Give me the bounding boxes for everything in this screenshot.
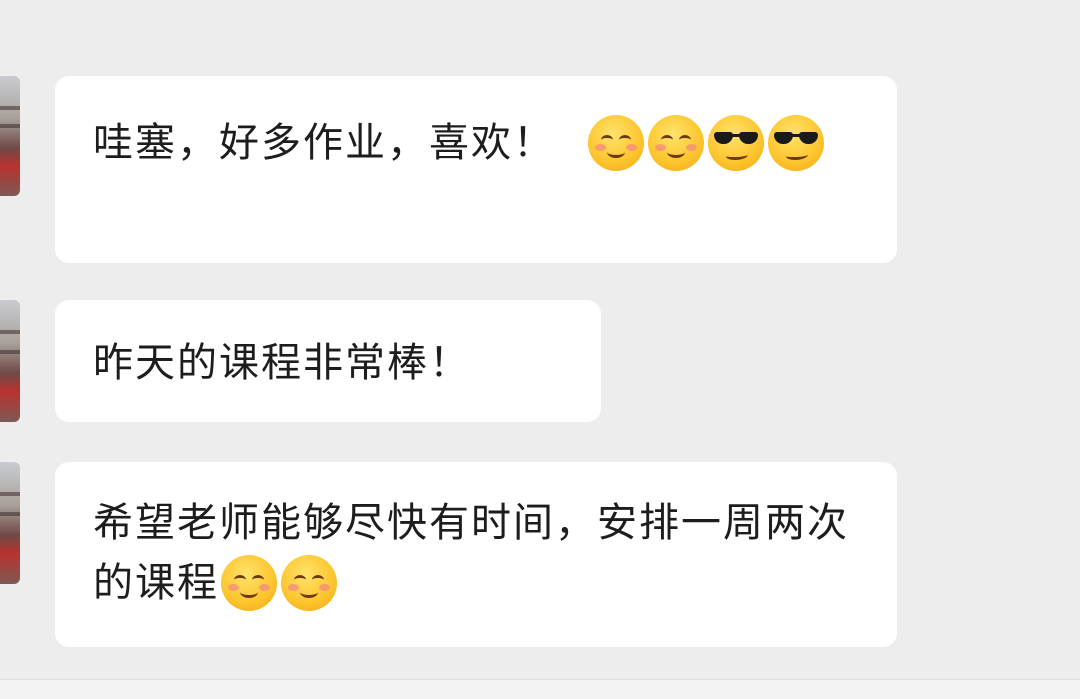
message-bubble[interactable]: 昨天的课程非常棒！: [55, 300, 601, 422]
message-text-segment: 哇塞，好多作业，喜欢！: [93, 120, 555, 166]
message-text-segment: 昨天的课程非常棒！: [93, 340, 471, 386]
input-bar: [0, 679, 1080, 699]
sender-avatar[interactable]: [0, 76, 20, 196]
message-text: 希望老师能够尽快有时间，安排一周两次的课程: [93, 492, 857, 612]
message-bubble[interactable]: 希望老师能够尽快有时间，安排一周两次的课程: [55, 462, 897, 647]
message-text: 昨天的课程非常棒！: [93, 332, 561, 392]
sunglasses-emoji-icon: [707, 115, 764, 171]
sunglasses-emoji-icon: [767, 115, 824, 171]
smile-blush-emoji-icon: [281, 555, 337, 611]
sender-avatar[interactable]: [0, 300, 20, 422]
smile-blush-emoji-icon: [587, 115, 644, 171]
message-bubble[interactable]: 哇塞，好多作业，喜欢！: [55, 76, 897, 263]
smile-blush-emoji-icon: [647, 115, 704, 171]
message-text-segment: 希望老师能够尽快有时间，安排一周两次的课程: [93, 500, 849, 606]
smile-blush-emoji-icon: [221, 555, 277, 611]
message-text: 哇塞，好多作业，喜欢！: [93, 112, 857, 172]
sender-avatar[interactable]: [0, 462, 20, 584]
